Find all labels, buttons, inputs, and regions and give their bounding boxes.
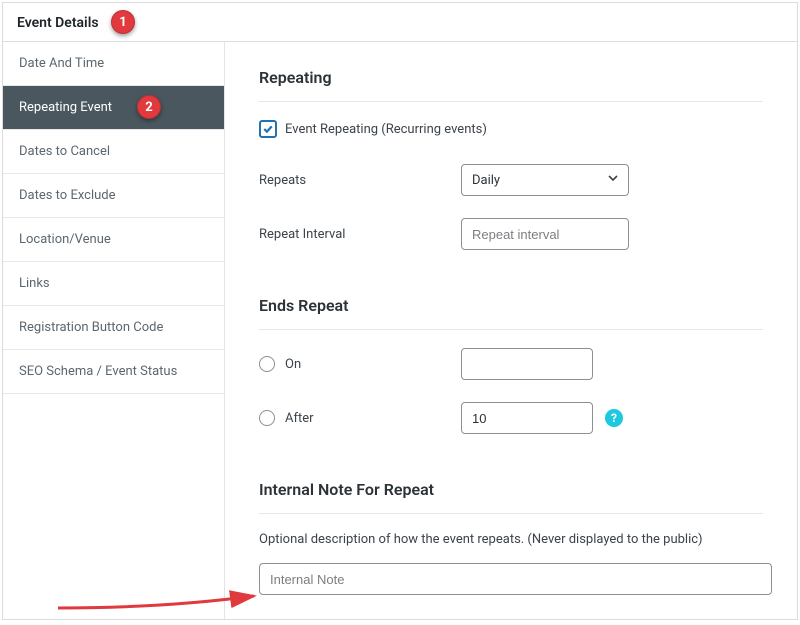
divider [259, 101, 763, 102]
repeats-select-value: Daily [472, 173, 500, 188]
sidebar-item-registration-button[interactable]: Registration Button Code [3, 306, 224, 350]
sidebar-item-seo-schema[interactable]: SEO Schema / Event Status [3, 350, 224, 394]
internal-note-desc: Optional description of how the event re… [259, 532, 763, 547]
check-icon [262, 123, 274, 135]
repeat-interval-input[interactable] [461, 218, 629, 250]
sidebar-item-links[interactable]: Links [3, 262, 224, 306]
sidebar-item-label: Registration Button Code [19, 320, 163, 335]
repeats-label: Repeats [259, 173, 461, 188]
sidebar-item-label: Location/Venue [19, 232, 111, 247]
sidebar-item-repeating-event[interactable]: Repeating Event 2 [3, 86, 224, 130]
sidebar-item-label: Dates to Cancel [19, 144, 110, 159]
ends-after-radio[interactable] [259, 410, 275, 426]
event-repeating-checkbox[interactable] [259, 120, 277, 138]
sidebar-item-label: Date And Time [19, 56, 104, 71]
sidebar-item-label: SEO Schema / Event Status [19, 364, 177, 379]
ends-after-input[interactable] [461, 402, 593, 434]
sidebar-item-location[interactable]: Location/Venue [3, 218, 224, 262]
internal-note-input[interactable] [259, 563, 772, 595]
sidebar-item-dates-exclude[interactable]: Dates to Exclude [3, 174, 224, 218]
panel-header: Event Details 1 [3, 3, 797, 42]
sidebar-item-label: Dates to Exclude [19, 188, 116, 203]
sidebar: Date And Time Repeating Event 2 Dates to… [3, 42, 225, 619]
section-title-internal-note: Internal Note For Repeat [259, 480, 763, 499]
ends-after-label: After [285, 411, 314, 426]
divider [259, 513, 763, 514]
sidebar-item-dates-cancel[interactable]: Dates to Cancel [3, 130, 224, 174]
divider [259, 329, 763, 330]
sidebar-item-date-time[interactable]: Date And Time [3, 42, 224, 86]
section-title-ends-repeat: Ends Repeat [259, 296, 763, 315]
section-title-repeating: Repeating [259, 68, 763, 87]
event-repeating-checkbox-label: Event Repeating (Recurring events) [285, 122, 487, 137]
sidebar-item-label: Repeating Event [19, 100, 112, 115]
sidebar-item-label: Links [19, 276, 50, 291]
content-area: Repeating Event Repeating (Recurring eve… [225, 42, 797, 619]
ends-on-input[interactable] [461, 348, 593, 380]
repeats-select[interactable]: Daily [461, 164, 629, 196]
ends-on-radio[interactable] [259, 356, 275, 372]
callout-badge-2: 2 [137, 95, 161, 119]
panel-title: Event Details [17, 15, 99, 31]
callout-badge-1: 1 [111, 10, 135, 34]
help-icon[interactable]: ? [605, 409, 623, 427]
repeat-interval-label: Repeat Interval [259, 227, 461, 242]
ends-on-label: On [285, 357, 301, 372]
